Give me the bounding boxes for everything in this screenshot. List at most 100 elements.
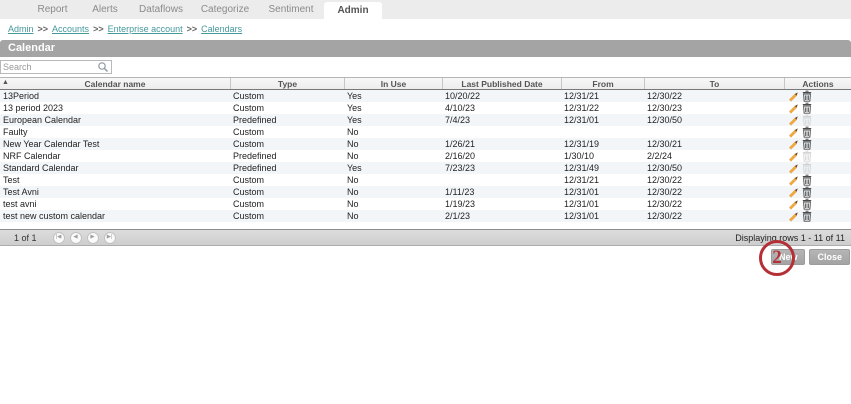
edit-pencil-icon[interactable] <box>788 198 799 210</box>
table-row[interactable]: FaultyCustomNo <box>0 126 851 138</box>
cell-actions <box>785 126 851 138</box>
cell-actions <box>785 162 851 174</box>
cell-type: Custom <box>231 102 345 114</box>
cell-actions <box>785 138 851 150</box>
breadcrumb-link[interactable]: Admin <box>8 24 34 34</box>
cell-last-published: 10/20/22 <box>443 90 562 102</box>
cell-last-published: 2/16/20 <box>443 150 562 162</box>
edit-pencil-icon[interactable] <box>788 210 799 222</box>
breadcrumb-link[interactable]: Calendars <box>201 24 242 34</box>
pagination-bar: 1 of 1 |◀ ◀ ▶ ▶| Displaying rows 1 - 11 … <box>0 229 851 246</box>
edit-pencil-icon[interactable] <box>788 138 799 150</box>
cell-type: Custom <box>231 210 345 222</box>
delete-trash-icon[interactable] <box>801 102 812 114</box>
cell-to: 12/30/22 <box>645 174 785 186</box>
delete-trash-icon[interactable] <box>801 198 812 210</box>
footer-button-row: New Close <box>0 246 851 265</box>
cell-in-use: Yes <box>345 90 443 102</box>
cell-actions <box>785 174 851 186</box>
page-title: Calendar <box>0 40 851 57</box>
edit-pencil-icon[interactable] <box>788 126 799 138</box>
tab-categorize[interactable]: Categorize <box>192 0 258 19</box>
search-icon[interactable] <box>97 61 109 73</box>
table-row[interactable]: test avniCustomNo1/19/2312/31/0112/30/22 <box>0 198 851 210</box>
sort-ascending-icon[interactable]: ▲ <box>2 79 9 86</box>
cell-in-use: No <box>345 198 443 210</box>
table-row[interactable]: test new custom calendarCustomNo2/1/2312… <box>0 210 851 222</box>
column-header-last-published-date[interactable]: Last Published Date <box>443 78 562 89</box>
search-input[interactable] <box>1 62 97 72</box>
cell-in-use: No <box>345 210 443 222</box>
delete-trash-icon[interactable] <box>801 174 812 186</box>
breadcrumb-link[interactable]: Accounts <box>52 24 89 34</box>
cell-from: 12/31/19 <box>562 138 645 150</box>
delete-trash-icon[interactable] <box>801 186 812 198</box>
edit-pencil-icon[interactable] <box>788 186 799 198</box>
last-page-button[interactable]: ▶| <box>104 232 116 244</box>
cell-from: 12/31/21 <box>562 90 645 102</box>
table-body: 13PeriodCustomYes10/20/2212/31/2112/30/2… <box>0 90 851 222</box>
tab-dataflows[interactable]: Dataflows <box>130 0 192 19</box>
column-header-in-use[interactable]: In Use <box>345 78 443 89</box>
delete-trash-icon <box>801 114 812 126</box>
cell-to <box>645 126 785 138</box>
column-header-calendar-name[interactable]: Calendar name <box>0 78 231 89</box>
delete-trash-icon[interactable] <box>801 90 812 102</box>
cell-to: 12/30/22 <box>645 198 785 210</box>
column-header-from[interactable]: From <box>562 78 645 89</box>
cell-name: test new custom calendar <box>0 210 231 222</box>
table-row[interactable]: European CalendarPredefinedYes7/4/2312/3… <box>0 114 851 126</box>
breadcrumb-separator: >> <box>38 24 49 34</box>
cell-name: European Calendar <box>0 114 231 126</box>
table-row[interactable]: New Year Calendar TestCustomNo1/26/2112/… <box>0 138 851 150</box>
tab-sentiment[interactable]: Sentiment <box>258 0 324 19</box>
edit-pencil-icon[interactable] <box>788 102 799 114</box>
table-row[interactable]: TestCustomNo12/31/2112/30/22 <box>0 174 851 186</box>
annotation-step-circle: 2 <box>759 240 795 276</box>
cell-type: Custom <box>231 174 345 186</box>
column-header-type[interactable]: Type <box>231 78 345 89</box>
app-window: ReportAlertsDataflowsCategorizeSentiment… <box>0 0 851 404</box>
edit-pencil-icon[interactable] <box>788 114 799 126</box>
previous-page-button[interactable]: ◀ <box>70 232 82 244</box>
table-row[interactable]: 13PeriodCustomYes10/20/2212/31/2112/30/2… <box>0 90 851 102</box>
cell-actions <box>785 198 851 210</box>
delete-trash-icon[interactable] <box>801 210 812 222</box>
table-row[interactable]: NRF CalendarPredefinedNo2/16/201/30/102/… <box>0 150 851 162</box>
cell-in-use: No <box>345 138 443 150</box>
cell-to: 12/30/50 <box>645 162 785 174</box>
cell-in-use: No <box>345 186 443 198</box>
next-page-button[interactable]: ▶ <box>87 232 99 244</box>
tab-alerts[interactable]: Alerts <box>80 0 130 19</box>
edit-pencil-icon[interactable] <box>788 174 799 186</box>
cell-from: 12/31/01 <box>562 114 645 126</box>
table-row[interactable]: Test AvniCustomNo1/11/2312/31/0112/30/22 <box>0 186 851 198</box>
cell-last-published: 1/19/23 <box>443 198 562 210</box>
close-button[interactable]: Close <box>809 249 850 265</box>
tab-report[interactable]: Report <box>25 0 80 19</box>
breadcrumb-separator: >> <box>187 24 198 34</box>
table-row[interactable]: Standard CalendarPredefinedYes7/23/2312/… <box>0 162 851 174</box>
cell-last-published: 7/23/23 <box>443 162 562 174</box>
cell-type: Custom <box>231 198 345 210</box>
cell-type: Predefined <box>231 150 345 162</box>
cell-type: Custom <box>231 138 345 150</box>
table-row[interactable]: 13 period 2023CustomYes4/10/2312/31/2212… <box>0 102 851 114</box>
cell-last-published <box>443 174 562 186</box>
column-header-to[interactable]: To <box>645 78 785 89</box>
first-page-button[interactable]: |◀ <box>53 232 65 244</box>
delete-trash-icon[interactable] <box>801 138 812 150</box>
tab-admin[interactable]: Admin <box>324 2 382 19</box>
delete-trash-icon[interactable] <box>801 126 812 138</box>
cell-in-use: No <box>345 126 443 138</box>
cell-from: 12/31/22 <box>562 102 645 114</box>
row-count-status: Displaying rows 1 - 11 of 11 <box>735 233 845 243</box>
delete-trash-icon <box>801 162 812 174</box>
cell-last-published: 1/11/23 <box>443 186 562 198</box>
cell-last-published: 1/26/21 <box>443 138 562 150</box>
edit-pencil-icon[interactable] <box>788 162 799 174</box>
breadcrumb-link[interactable]: Enterprise account <box>108 24 183 34</box>
cell-name: 13Period <box>0 90 231 102</box>
edit-pencil-icon[interactable] <box>788 90 799 102</box>
edit-pencil-icon[interactable] <box>788 150 799 162</box>
